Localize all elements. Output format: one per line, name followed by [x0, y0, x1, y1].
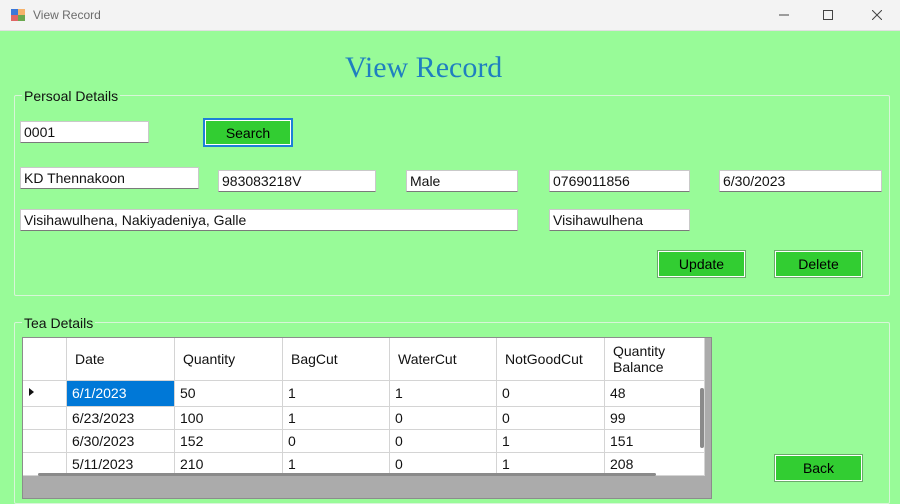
- personal-details-label: Persoal Details: [22, 88, 121, 104]
- area-field[interactable]: Visihawulhena: [549, 209, 690, 231]
- table-cell[interactable]: 1: [496, 452, 605, 476]
- table-cell[interactable]: 6/30/2023: [66, 429, 175, 453]
- column-header-notgoodcut[interactable]: NotGoodCut: [496, 338, 605, 381]
- table-cell[interactable]: 6/1/2023: [66, 380, 175, 407]
- table-cell[interactable]: 151: [604, 429, 705, 453]
- table-cell[interactable]: 1: [389, 380, 497, 407]
- current-row-icon: [29, 387, 34, 396]
- table-cell[interactable]: 0: [496, 406, 605, 430]
- table-cell[interactable]: 0: [389, 406, 497, 430]
- table-cell[interactable]: 0: [282, 429, 390, 453]
- row-header[interactable]: [23, 406, 67, 430]
- minimize-button[interactable]: [761, 0, 807, 30]
- delete-button[interactable]: Delete: [774, 250, 863, 278]
- column-header-date[interactable]: Date: [66, 338, 175, 381]
- minimize-icon: [779, 14, 789, 16]
- row-header[interactable]: [23, 380, 67, 407]
- form-body: View Record Persoal Details 0001 Search …: [0, 31, 900, 504]
- table-cell[interactable]: 152: [174, 429, 283, 453]
- search-button[interactable]: Search: [203, 118, 293, 147]
- table-cell[interactable]: 1: [282, 380, 390, 407]
- table-cell[interactable]: 99: [604, 406, 705, 430]
- vertical-scrollbar[interactable]: [700, 388, 704, 448]
- table-cell[interactable]: 208: [604, 452, 705, 476]
- column-header-watercut[interactable]: WaterCut: [389, 338, 497, 381]
- horizontal-scrollbar[interactable]: [38, 473, 656, 476]
- table-cell[interactable]: 210: [174, 452, 283, 476]
- id-input[interactable]: 0001: [20, 121, 149, 143]
- row-header[interactable]: [23, 452, 67, 476]
- phone-field[interactable]: 0769011856: [549, 170, 690, 192]
- tea-details-label: Tea Details: [22, 315, 96, 331]
- table-row[interactable]: 6/23/2023 100 1 0 0 99: [23, 406, 705, 430]
- date-field[interactable]: 6/30/2023: [719, 170, 882, 192]
- table-header-row: Date Quantity BagCut WaterCut NotGoodCut…: [23, 338, 705, 381]
- table-cell[interactable]: 50: [174, 380, 283, 407]
- table-row[interactable]: 6/30/2023 152 0 0 1 151: [23, 429, 705, 453]
- app-icon: [11, 9, 25, 21]
- table-cell[interactable]: 6/23/2023: [66, 406, 175, 430]
- gender-field[interactable]: Male: [406, 170, 518, 192]
- table-cell[interactable]: 1: [496, 429, 605, 453]
- nic-field[interactable]: 983083218V: [218, 170, 376, 192]
- table-row[interactable]: 6/1/2023 50 1 1 0 48: [23, 380, 705, 407]
- table-cell[interactable]: 100: [174, 406, 283, 430]
- table-cell[interactable]: 1: [282, 452, 390, 476]
- page-title: View Record: [345, 51, 503, 84]
- close-icon: [872, 10, 882, 20]
- table-cell[interactable]: 48: [604, 380, 705, 407]
- table-cell[interactable]: 5/11/2023: [66, 452, 175, 476]
- table-row[interactable]: 5/11/2023 210 1 0 1 208: [23, 452, 705, 476]
- row-header[interactable]: [23, 429, 67, 453]
- column-header-quantity[interactable]: Quantity: [174, 338, 283, 381]
- table-cell[interactable]: 1: [282, 406, 390, 430]
- update-button[interactable]: Update: [657, 250, 746, 278]
- tea-table: Date Quantity BagCut WaterCut NotGoodCut…: [23, 338, 705, 476]
- row-header-corner: [23, 338, 67, 381]
- address-field[interactable]: Visihawulhena, Nakiyadeniya, Galle: [20, 209, 518, 231]
- window-title: View Record: [33, 8, 101, 22]
- table-cell[interactable]: 0: [496, 380, 605, 407]
- column-header-bagcut[interactable]: BagCut: [282, 338, 390, 381]
- maximize-icon: [823, 10, 833, 20]
- table-cell[interactable]: 0: [389, 452, 497, 476]
- title-bar: View Record: [0, 0, 900, 31]
- column-header-quantity-balance[interactable]: Quantity Balance: [604, 338, 705, 381]
- back-button[interactable]: Back: [774, 454, 863, 482]
- table-cell[interactable]: 0: [389, 429, 497, 453]
- name-field[interactable]: KD Thennakoon: [20, 167, 199, 189]
- maximize-button[interactable]: [805, 0, 851, 30]
- close-button[interactable]: [854, 0, 900, 30]
